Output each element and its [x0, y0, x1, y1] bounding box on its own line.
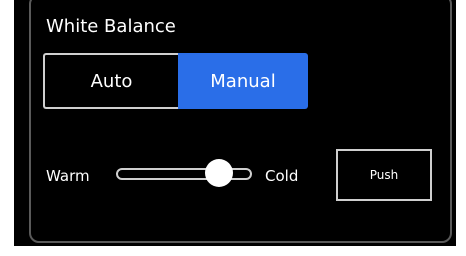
mode-auto-button[interactable]: Auto — [43, 53, 178, 109]
push-button[interactable]: Push — [336, 149, 432, 201]
cold-label: Cold — [265, 167, 299, 185]
mode-manual-button[interactable]: Manual — [178, 53, 308, 109]
warm-label: Warm — [46, 167, 90, 185]
white-balance-title: White Balance — [46, 16, 176, 37]
